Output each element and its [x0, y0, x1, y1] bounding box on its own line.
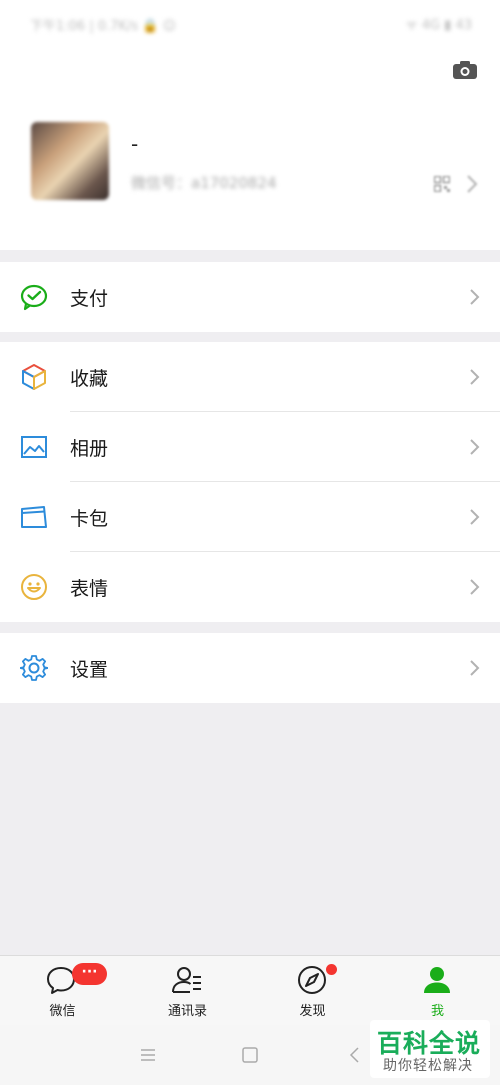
watermark: 百科全说 助你轻松解决	[370, 1020, 490, 1078]
card-icon	[21, 506, 47, 528]
home-icon[interactable]	[240, 1045, 260, 1065]
cube-icon	[22, 364, 46, 390]
tab-label-discover: 发现	[299, 1004, 326, 1019]
menu-label-pay: 支付	[70, 288, 109, 310]
chevron-right-icon	[467, 175, 478, 193]
status-bar: 下午1:06 | 0.7K/s 🔒 ☺ ᯤ 4G ▮ 43	[0, 0, 500, 48]
tab-label-contacts: 通讯录	[167, 1004, 207, 1019]
nickname: -	[131, 132, 139, 156]
menu-item-settings[interactable]: 设置	[0, 633, 500, 703]
menu-label-settings: 设置	[70, 659, 109, 681]
status-time: 下午1:06 | 0.7K/s 🔒 ☺	[30, 19, 177, 34]
tab-label-me: 我	[430, 1004, 444, 1019]
chevron-right-icon	[470, 660, 480, 676]
menu-item-cards[interactable]: 卡包	[0, 482, 500, 552]
avatar[interactable]	[31, 122, 109, 200]
person-icon	[424, 967, 450, 993]
back-icon[interactable]	[345, 1045, 365, 1065]
tab-discover[interactable]: 发现	[250, 956, 375, 1026]
menu-group-settings: 设置	[0, 633, 500, 703]
bottom-tab-bar: ··· 微信 通讯录 发现 我	[0, 955, 500, 1025]
qr-code-icon[interactable]	[434, 176, 450, 192]
chevron-right-icon	[470, 439, 480, 455]
chevron-right-icon	[470, 579, 480, 595]
tab-contacts[interactable]: 通讯录	[125, 956, 250, 1026]
menu-label-favorites: 收藏	[70, 368, 109, 390]
chevron-right-icon	[470, 509, 480, 525]
menu-item-stickers[interactable]: 表情	[0, 552, 500, 622]
tab-me[interactable]: 我	[375, 956, 500, 1026]
new-dot-badge	[326, 964, 337, 975]
gear-icon	[20, 655, 48, 681]
menu-label-cards: 卡包	[70, 508, 109, 530]
wechat-id: 微信号：a17020824	[131, 174, 277, 192]
tab-chats[interactable]: ··· 微信	[0, 956, 125, 1026]
contacts-icon	[172, 967, 201, 993]
chevron-right-icon	[470, 369, 480, 385]
status-indicators: ᯤ 4G ▮ 43	[405, 18, 472, 33]
menu-group-pay: 支付	[0, 262, 500, 332]
image-icon	[21, 436, 47, 458]
camera-icon[interactable]	[452, 60, 478, 80]
menu-group-main: 收藏 相册 卡包 表情	[0, 342, 500, 622]
menu-item-favorites[interactable]: 收藏	[0, 342, 500, 412]
menu-icon[interactable]	[138, 1045, 158, 1065]
chevron-right-icon	[470, 289, 480, 305]
tab-label-chats: 微信	[49, 1004, 76, 1019]
wechat-pay-icon	[20, 284, 48, 311]
unread-badge: ···	[72, 963, 107, 985]
smiley-icon	[21, 574, 47, 600]
watermark-subtitle: 助你轻松解决	[383, 1058, 473, 1074]
compass-icon	[298, 966, 326, 994]
menu-item-pay[interactable]: 支付	[0, 262, 500, 332]
menu-label-stickers: 表情	[70, 578, 109, 600]
menu-label-album: 相册	[70, 438, 109, 460]
menu-item-album[interactable]: 相册	[0, 412, 500, 482]
profile-header[interactable]: - 微信号：a17020824	[0, 48, 500, 250]
